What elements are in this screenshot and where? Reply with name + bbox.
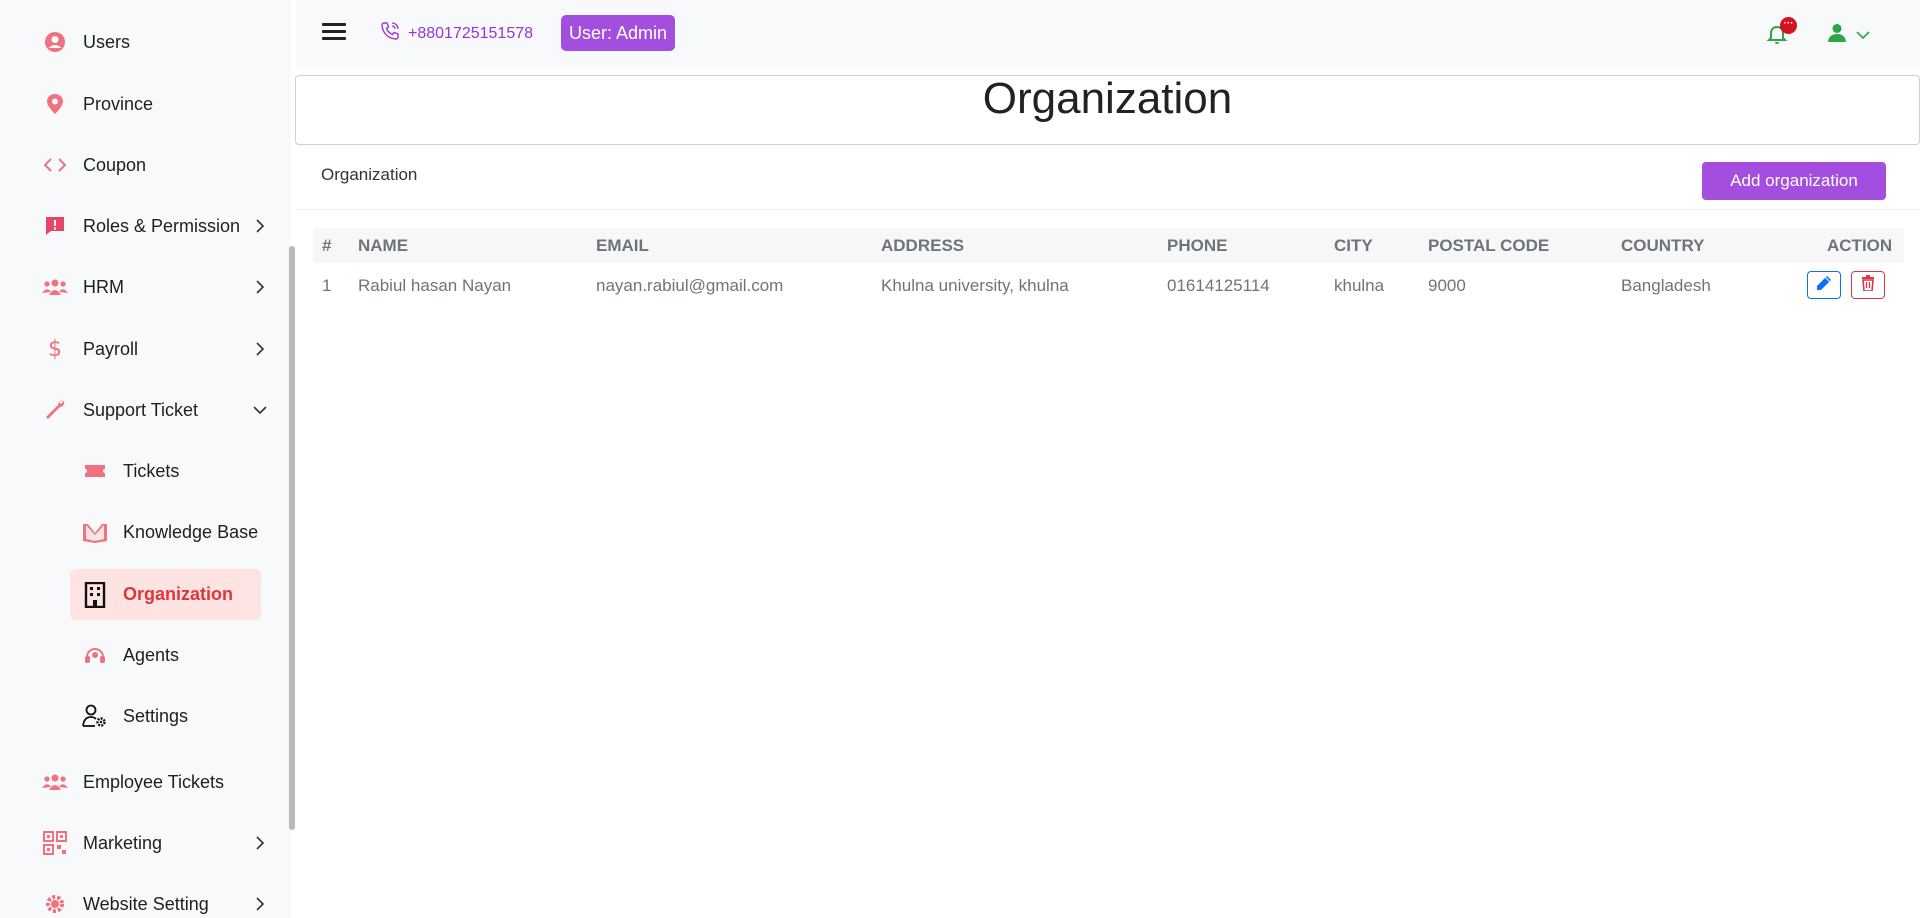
column-header: NAME	[358, 235, 409, 255]
card-title: Organization	[321, 165, 418, 184]
user-gear-icon	[78, 699, 112, 733]
org-phone: 01614125114	[1167, 275, 1270, 295]
column-header: EMAIL	[596, 235, 649, 255]
org-country: Bangladesh	[1621, 275, 1711, 295]
dollar-icon: $	[48, 336, 62, 362]
sidebar: Users Province Coupon Roles & Permission…	[0, 0, 291, 918]
qr-code-icon	[38, 826, 72, 860]
column-header: PHONE	[1167, 235, 1228, 255]
phone-icon	[380, 21, 400, 46]
org-email: nayan.rabiul@gmail.com	[596, 275, 784, 295]
building-icon	[78, 578, 112, 612]
table-header: # NAME EMAIL ADDRESS PHONE CITY POSTAL C…	[313, 228, 1904, 263]
sidebar-item-knowledge-base[interactable]: Knowledge Base	[78, 510, 262, 554]
sidebar-item-label: Organization	[123, 584, 234, 604]
org-name: Rabiul hasan Nayan	[358, 275, 512, 295]
chevron-right-icon	[250, 216, 270, 236]
sidebar-item-label: Employee Tickets	[83, 771, 225, 792]
ticket-icon	[78, 454, 112, 488]
wrench-icon	[38, 393, 72, 427]
card-header: Organization Add organization	[296, 150, 1920, 210]
users-group-icon	[38, 270, 72, 304]
sidebar-item-label: HRM	[83, 276, 124, 297]
sidebar-item-roles-permission[interactable]: Roles & Permission	[38, 204, 274, 248]
page-title-box: Organization	[295, 75, 1920, 145]
code-icon	[38, 148, 72, 182]
column-header: COUNTRY	[1621, 235, 1705, 255]
column-header: ACTION	[1827, 235, 1893, 255]
sidebar-item-agents[interactable]: Agents	[78, 633, 262, 677]
sidebar-item-label: Website Setting	[83, 893, 209, 914]
map-pin-icon	[38, 87, 72, 121]
user-menu[interactable]	[1826, 22, 1870, 49]
org-address: Khulna university, khulna	[881, 275, 1069, 295]
user-icon	[1826, 22, 1848, 49]
gear-icon	[38, 887, 72, 918]
sidebar-scrollbar[interactable]	[289, 246, 295, 830]
table-row: 1 Rabiul hasan Nayan nayan.rabiul@gmail.…	[313, 263, 1904, 308]
sidebar-item-hrm[interactable]: HRM	[38, 265, 274, 309]
sidebar-item-label: Knowledge Base	[123, 521, 259, 542]
sidebar-item-support-ticket[interactable]: Support Ticket	[38, 388, 274, 432]
sidebar-item-label: Payroll	[83, 338, 139, 359]
hamburger-menu-icon[interactable]	[322, 20, 346, 46]
column-header: CITY	[1334, 235, 1373, 255]
chevron-right-icon	[250, 833, 270, 853]
sidebar-item-label: Tickets	[123, 460, 180, 481]
chevron-right-icon	[250, 339, 270, 359]
sidebar-item-label: Settings	[123, 705, 189, 726]
sidebar-item-website-setting[interactable]: Website Setting	[38, 882, 274, 918]
users-group-icon	[38, 765, 72, 799]
sidebar-item-employee-tickets[interactable]: Employee Tickets	[38, 760, 274, 804]
book-open-icon	[78, 515, 112, 549]
sidebar-item-label: Coupon	[83, 154, 147, 175]
add-organization-button[interactable]: Add organization	[1702, 162, 1886, 200]
sidebar-item-payroll[interactable]: $ Payroll	[38, 327, 274, 371]
user-circle-icon	[38, 25, 72, 59]
org-postal-code: 9000	[1428, 275, 1466, 295]
sidebar-item-users[interactable]: Users	[38, 20, 274, 64]
sidebar-item-label: Roles & Permission	[83, 215, 241, 236]
phone-number: +8801725151578	[408, 24, 534, 42]
notification-badge: ···	[1780, 17, 1797, 34]
sidebar-item-label: Support Ticket	[83, 399, 199, 420]
sidebar-item-label: Marketing	[83, 832, 163, 853]
trash-icon	[1861, 274, 1875, 296]
sidebar-item-settings[interactable]: Settings	[78, 694, 262, 738]
page-title: Organization	[982, 74, 1233, 123]
column-header: POSTAL CODE	[1428, 235, 1550, 255]
column-header: #	[322, 235, 332, 255]
phone-link[interactable]: +8801725151578	[380, 21, 533, 46]
sidebar-item-coupon[interactable]: Coupon	[38, 143, 274, 187]
sidebar-item-tickets[interactable]: Tickets	[78, 449, 262, 493]
delete-button[interactable]	[1851, 271, 1885, 299]
chevron-right-icon	[250, 894, 270, 914]
sidebar-item-marketing[interactable]: Marketing	[38, 821, 274, 865]
chevron-down-icon	[1856, 27, 1870, 45]
user-role-badge: User: Admin	[561, 15, 676, 51]
sidebar-item-label: Province	[83, 93, 154, 114]
sidebar-item-label: Users	[83, 31, 131, 52]
row-index: 1	[322, 275, 332, 295]
chevron-right-icon	[250, 277, 270, 297]
pencil-icon	[1816, 275, 1832, 296]
sidebar-item-label: Agents	[123, 644, 180, 665]
topbar: +8801725151578 User: Admin ···	[296, 0, 1920, 67]
chevron-down-icon	[250, 400, 270, 420]
alert-message-icon	[38, 209, 72, 243]
sidebar-item-province[interactable]: Province	[38, 82, 274, 126]
edit-button[interactable]	[1807, 271, 1841, 299]
org-city: khulna	[1334, 275, 1385, 295]
headset-icon	[78, 638, 112, 672]
organization-table: # NAME EMAIL ADDRESS PHONE CITY POSTAL C…	[313, 228, 1904, 308]
sidebar-item-organization[interactable]: Organization	[70, 569, 261, 620]
column-header: ADDRESS	[881, 235, 965, 255]
